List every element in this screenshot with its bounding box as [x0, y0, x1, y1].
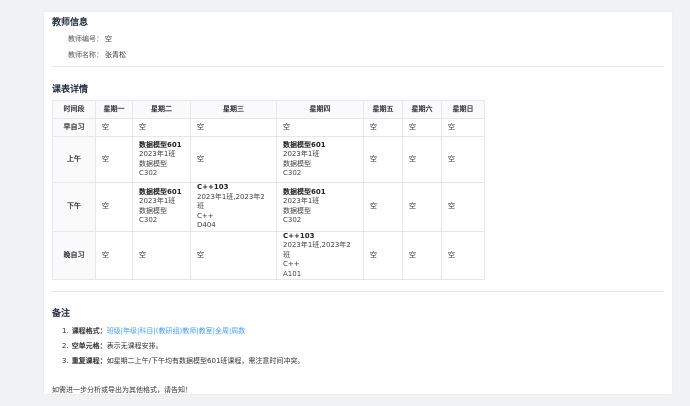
schedule-cell: 空: [441, 136, 485, 183]
column-header: 星期二: [132, 100, 191, 119]
course-detail: 2023年1班: [139, 197, 176, 206]
course-detail: C++: [197, 211, 214, 220]
column-header: 星期六: [402, 100, 442, 119]
note-label: 空单元格：: [71, 342, 107, 350]
schedule-title: 课表详情: [52, 85, 89, 95]
schedule-cell: 空: [441, 182, 485, 232]
column-header: 时间段: [52, 100, 96, 119]
course-detail: 数据模型: [139, 206, 167, 215]
column-header: 星期四: [276, 100, 364, 119]
note-item: 3. 重复课程：如星期二上午/下午均有数据模型601班课程，需注意时间冲突。: [62, 354, 304, 369]
course-detail: D404: [197, 221, 216, 229]
note-number: 1.: [62, 327, 69, 335]
schedule-cell: 空: [95, 182, 133, 232]
course-detail: C302: [283, 216, 302, 225]
schedule-cell: 数据模型601 2023年1班 数据模型 C302: [276, 136, 364, 183]
course-name: C++103: [197, 183, 229, 191]
schedule-cell: 数据模型601 2023年1班 数据模型 C302: [132, 182, 191, 232]
divider: [52, 66, 664, 67]
course-name: 数据模型601: [139, 140, 182, 149]
content-card: 教师信息 教师编号：空 教师名称： 张青松 课表详情 时间段 星期一 星期二 星期三 星期…: [44, 12, 672, 394]
course-format-link[interactable]: 班级|年级|科目|(教研组)教师|教室|全周|周数: [107, 327, 246, 335]
schedule-cell: 空: [190, 136, 277, 183]
period-cell: 晚自习: [52, 230, 96, 280]
table-row: 上午空数据模型601 2023年1班 数据模型 C302 空数据模型601 2023年1班…: [52, 136, 485, 183]
course-name: 数据模型601: [139, 187, 182, 196]
course-name: C++103: [283, 231, 315, 240]
course-detail: 2023年1班,2023年2班: [197, 192, 265, 211]
course-detail: 数据模型: [283, 159, 311, 168]
course-detail: C302: [139, 169, 158, 177]
course-detail: 数据模型: [139, 159, 167, 168]
schedule-cell: 空: [132, 118, 191, 137]
schedule-cell: 空: [132, 230, 191, 280]
note-label: 重复课程：: [71, 357, 107, 365]
note-item: 1. 课程格式：班级|年级|科目|(教研组)教师|教室|全周|周数: [62, 324, 304, 339]
teacher-id-row: 教师编号：空: [68, 34, 112, 44]
teacher-id-label: 教师编号：: [68, 35, 103, 43]
teacher-id-value: 空: [105, 35, 112, 43]
period-cell: 上午: [52, 136, 96, 183]
schedule-cell: 空: [190, 118, 277, 137]
note-number: 3.: [62, 357, 69, 365]
table-row: 晚自习空空空 C++103 2023年1班,2023年2班 C++ A101 空空空: [52, 230, 485, 280]
footer-text: 如需进一步分析或导出为其他格式，请告知！: [52, 386, 192, 394]
course-detail: C302: [139, 216, 158, 225]
table-row: 下午空数据模型601 2023年1班 数据模型 C302 C++103 2023年1班,2…: [52, 182, 485, 232]
divider: [52, 291, 664, 292]
column-header: 星期一: [95, 100, 133, 119]
course-detail: C++: [283, 260, 300, 268]
schedule-table: 时间段 星期一 星期二 星期三 星期四 星期五 星期六 星期日 早自习空空空空空空空上午空数据…: [52, 100, 485, 280]
notes-list: 1. 课程格式：班级|年级|科目|(教研组)教师|教室|全周|周数 2. 空单元格：表…: [62, 324, 304, 369]
schedule-cell: 空: [363, 182, 403, 232]
course-name: 数据模型601: [283, 140, 326, 149]
schedule-cell: 空: [95, 118, 133, 137]
schedule-cell: 空: [441, 118, 485, 137]
teacher-name-label: 教师名称：: [68, 51, 103, 59]
schedule-cell: 空: [95, 230, 133, 280]
course-detail: 2023年1班: [139, 150, 176, 158]
course-name: 数据模型601: [283, 187, 326, 196]
schedule-cell: 空: [402, 118, 442, 137]
note-label: 课程格式：: [71, 327, 107, 335]
course-detail: 2023年1班: [283, 150, 320, 158]
schedule-cell: 空: [363, 118, 403, 137]
teacher-name-row: 教师名称： 张青松: [68, 50, 126, 60]
notes-title: 备注: [52, 309, 71, 319]
period-cell: 下午: [52, 182, 96, 232]
teacher-info-title: 教师信息: [52, 18, 89, 28]
schedule-cell: 空: [190, 230, 277, 280]
schedule-cell: C++103 2023年1班,2023年2班 C++ A101: [276, 230, 364, 280]
note-text: 如星期二上午/下午均有数据模型601班课程，需注意时间冲突。: [106, 357, 305, 365]
note-text: 表示无课程安排。: [106, 342, 163, 350]
schedule-cell: 空: [363, 230, 403, 280]
course-detail: 数据模型: [283, 206, 311, 215]
schedule-cell: 空: [363, 136, 403, 183]
schedule-cell: 空: [402, 136, 442, 183]
course-detail: C302: [283, 169, 302, 177]
course-detail: A101: [283, 269, 302, 278]
schedule-cell: 数据模型601 2023年1班 数据模型 C302: [276, 182, 364, 232]
note-number: 2.: [62, 342, 69, 350]
schedule-cell: 空: [402, 182, 442, 232]
schedule-cell: 空: [441, 230, 485, 280]
course-detail: 2023年1班: [283, 197, 320, 206]
period-cell: 早自习: [52, 118, 96, 137]
column-header: 星期五: [363, 100, 403, 119]
teacher-name-value: 张青松: [105, 51, 126, 59]
schedule-cell: 空: [276, 118, 364, 137]
schedule-cell: 数据模型601 2023年1班 数据模型 C302: [132, 136, 191, 183]
column-header: 星期三: [190, 100, 277, 119]
schedule-cell: 空: [402, 230, 442, 280]
schedule-cell: C++103 2023年1班,2023年2班 C++ D404: [190, 182, 277, 232]
column-header: 星期日: [441, 100, 485, 119]
note-item: 2. 空单元格：表示无课程安排。: [62, 339, 304, 354]
schedule-cell: 空: [95, 136, 133, 183]
course-detail: 2023年1班,2023年2班: [283, 241, 351, 259]
table-row: 早自习空空空空空空空: [52, 118, 485, 137]
